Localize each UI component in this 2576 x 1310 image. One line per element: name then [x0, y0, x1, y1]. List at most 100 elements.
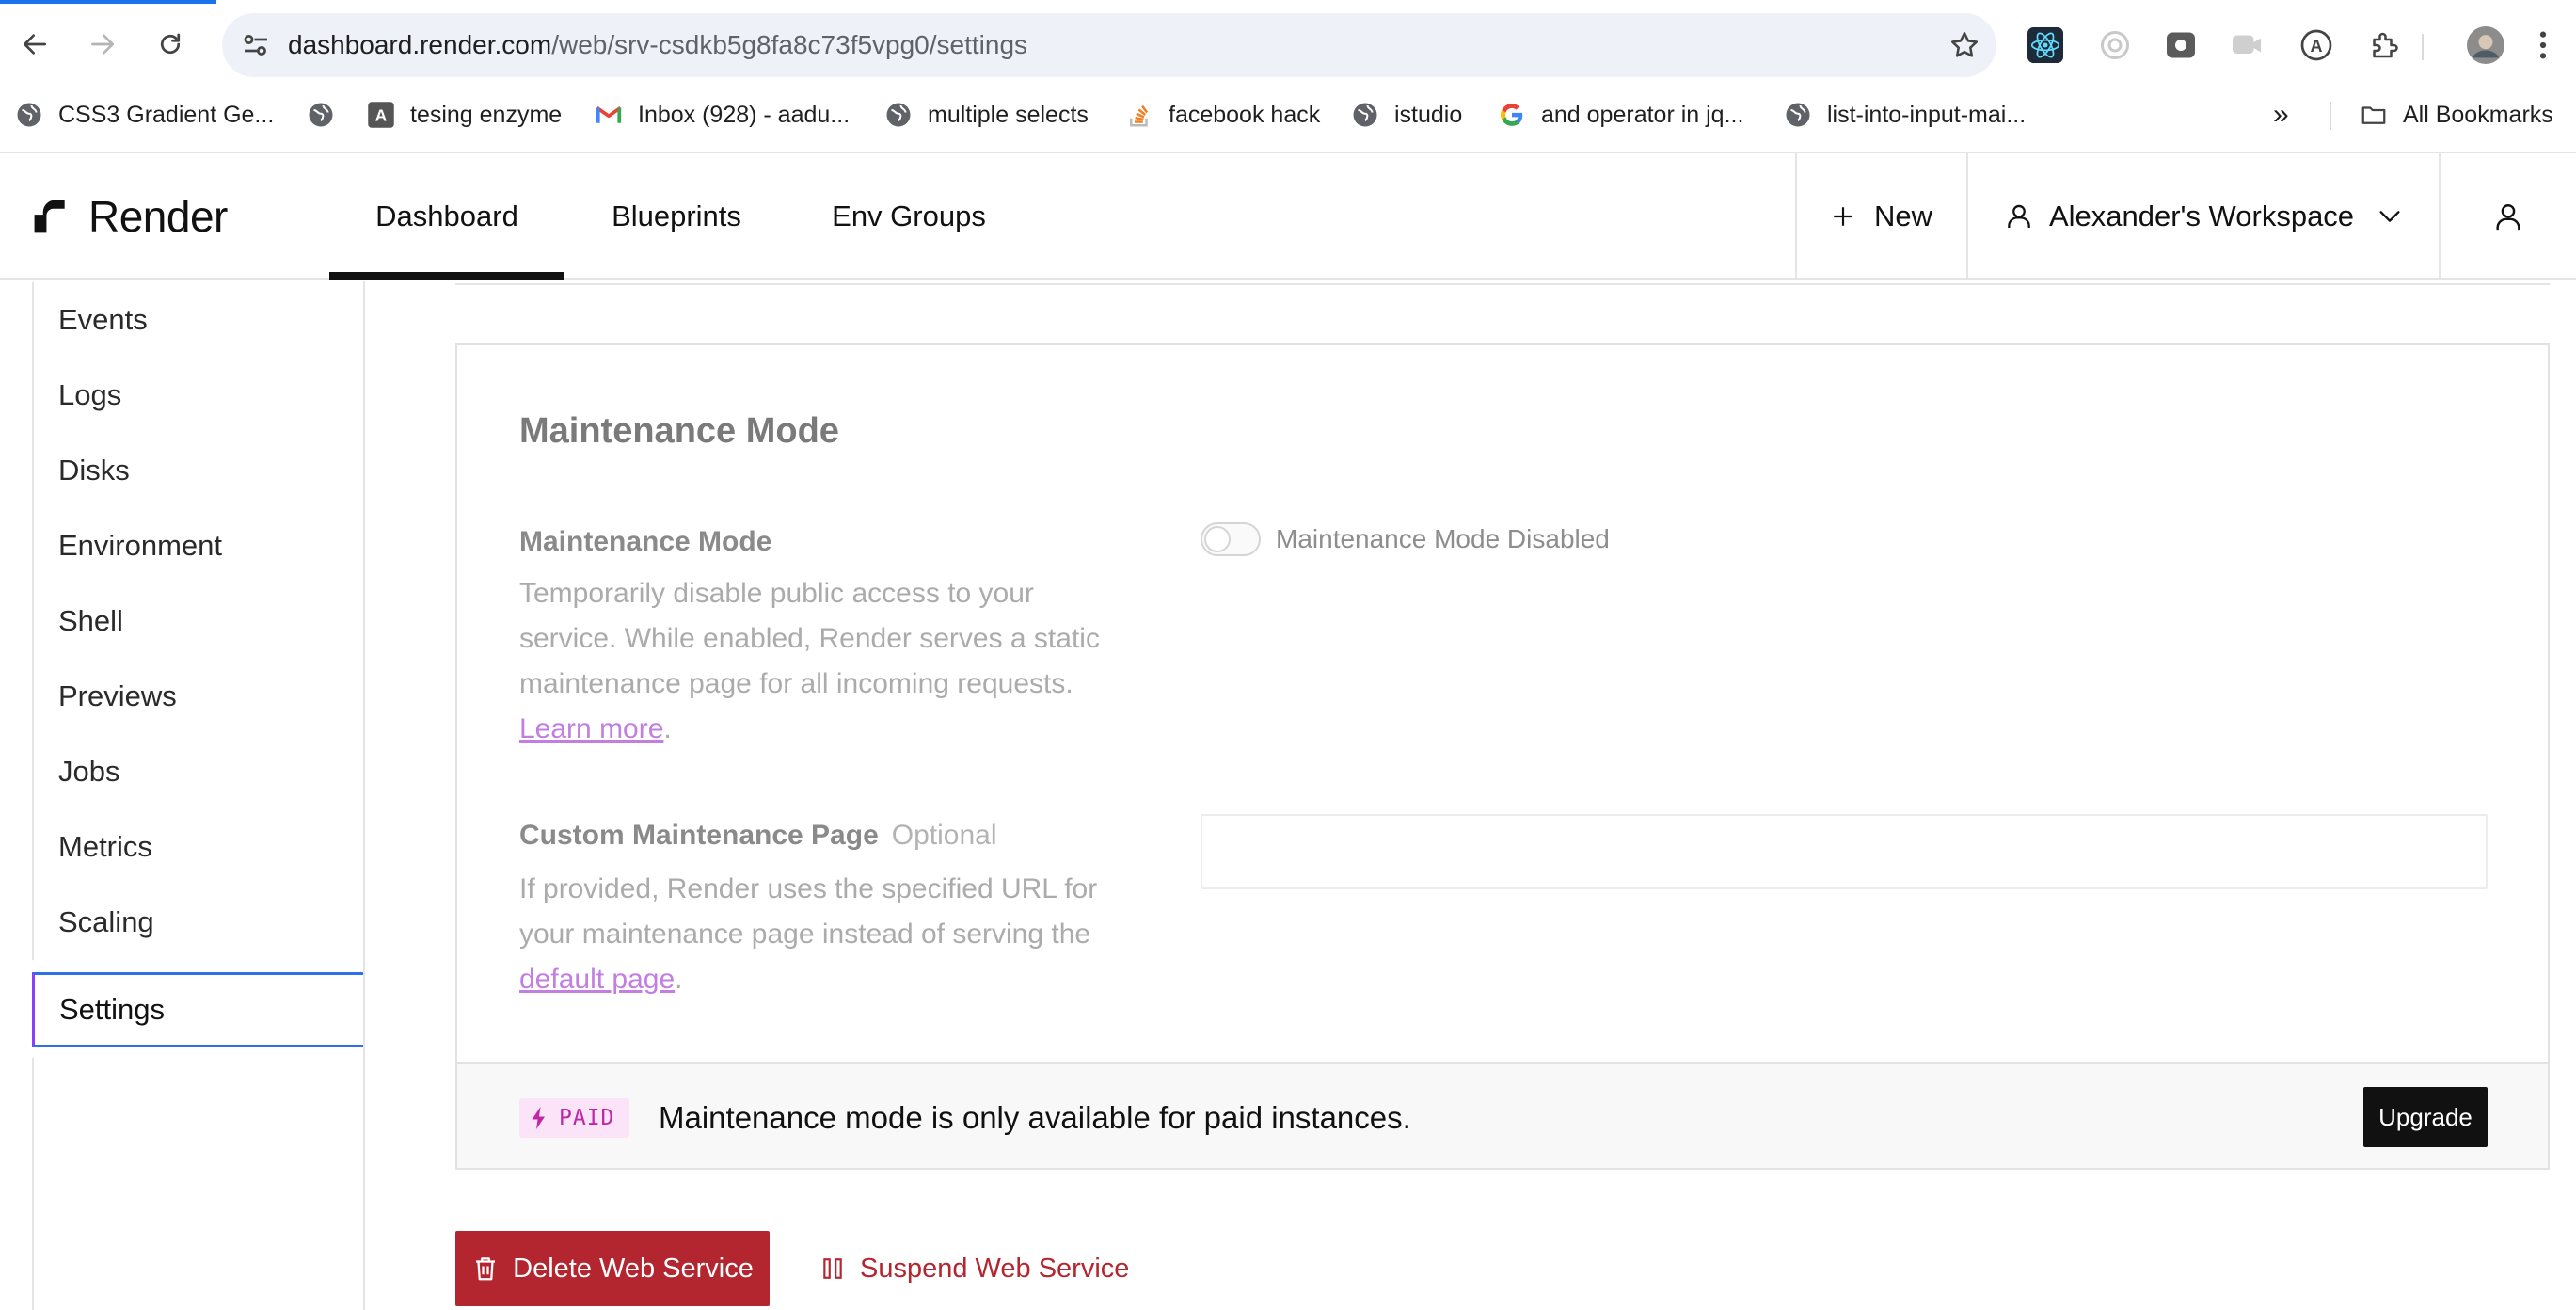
react-devtools-icon[interactable] [2027, 26, 2064, 64]
paid-badge-text: PAID [559, 1106, 615, 1130]
brand-name: Render [88, 192, 228, 241]
toggle-status-label: Maintenance Mode Disabled [1276, 524, 1610, 553]
extension-video-icon[interactable] [2228, 26, 2266, 64]
extension-dark-icon[interactable] [2162, 26, 2200, 64]
previous-section-edge [455, 280, 2550, 285]
paid-badge: PAID [519, 1098, 630, 1138]
svg-text:A: A [375, 105, 388, 124]
sidebar-item-environment[interactable]: Environment [32, 508, 363, 583]
globe-icon [307, 101, 335, 129]
workspace-switcher[interactable]: Alexander's Workspace [1968, 153, 2439, 280]
profile-avatar[interactable] [2467, 26, 2504, 64]
bookmark-label: istudio [1394, 101, 1463, 128]
sidebar-item-logs[interactable]: Logs [32, 358, 363, 433]
globe-icon [1784, 101, 1812, 129]
url-text[interactable]: dashboard.render.com/web/srv-csdkb5g8fa8… [288, 13, 1027, 77]
google-icon [1498, 101, 1526, 129]
sidebar-rail [32, 1058, 34, 1310]
browser-menu-icon[interactable] [2529, 26, 2557, 64]
bookmark-item[interactable]: facebook hack [1125, 90, 1320, 139]
maintenance-mode-toggle[interactable] [1201, 522, 1261, 556]
tab-env-groups[interactable]: Env Groups [807, 153, 1010, 280]
account-menu-button[interactable] [2441, 153, 2576, 280]
bookmark-label: and operator in jq... [1541, 101, 1744, 128]
learn-more-link[interactable]: Learn more [519, 713, 663, 744]
svg-text:A: A [2311, 37, 2323, 56]
sidebar-item-metrics[interactable]: Metrics [32, 809, 363, 885]
bookmarks-bar: CSS3 Gradient Ge... A tesing enzyme Inbo… [0, 90, 2576, 139]
extension-target-icon[interactable] [2096, 26, 2134, 64]
new-button[interactable]: New [1797, 153, 1966, 280]
bookmark-item[interactable]: multiple selects [884, 90, 1089, 139]
delete-web-service-button[interactable]: Delete Web Service [455, 1231, 770, 1306]
gmail-icon [595, 101, 623, 129]
globe-icon [884, 101, 913, 129]
trash-icon [476, 1257, 496, 1281]
active-tab-indicator [329, 272, 564, 280]
sidebar-item-previews[interactable]: Previews [32, 659, 363, 734]
bookmark-item[interactable]: and operator in jq... [1498, 90, 1743, 139]
extension-a-icon[interactable]: A [2298, 26, 2335, 64]
reload-button[interactable] [147, 21, 194, 68]
bookmark-star-icon[interactable] [1948, 28, 1981, 62]
render-logo-icon [34, 200, 65, 233]
plus-icon [1834, 207, 1852, 226]
user-icon [2496, 204, 2520, 231]
custom-page-url-input[interactable] [1201, 814, 2488, 889]
upgrade-button[interactable]: Upgrade [2363, 1087, 2488, 1147]
site-settings-icon[interactable] [239, 28, 273, 62]
pause-icon [823, 1258, 842, 1279]
bookmark-item[interactable]: CSS3 Gradient Ge... [15, 90, 274, 139]
url-host: dashboard.render.com [288, 30, 552, 59]
render-logo[interactable]: Render [30, 191, 228, 242]
sidebar-item-events[interactable]: Events [32, 282, 363, 358]
paid-notice-message: Maintenance mode is only available for p… [659, 1100, 1411, 1135]
sidebar-item-shell[interactable]: Shell [32, 583, 363, 659]
maintenance-mode-desc-text: Temporarily disable public access to you… [519, 578, 1100, 699]
custom-page-description: If provided, Render uses the specified U… [519, 873, 1098, 995]
url-path: /web/srv-csdkb5g8fa8c73f5vpg0/settings [551, 30, 1028, 59]
bookmark-label: multiple selects [928, 101, 1089, 128]
bookmark-item[interactable]: list-into-input-mai... [1784, 90, 2026, 139]
app-header: Render Dashboard Blueprints Env Groups N… [0, 153, 2576, 280]
page-load-progress [0, 0, 216, 4]
bookmark-item[interactable] [307, 90, 350, 139]
globe-icon [15, 101, 43, 129]
lightning-icon [532, 1107, 545, 1129]
all-bookmarks-label: All Bookmarks [2403, 101, 2553, 128]
extensions-puzzle-icon[interactable] [2365, 26, 2403, 64]
sidebar-item-disks[interactable]: Disks [32, 433, 363, 508]
custom-page-desc-text: If provided, Render uses the specified U… [519, 873, 1098, 950]
user-icon [2008, 204, 2030, 228]
bookmark-item[interactable]: istudio [1351, 90, 1462, 139]
suspend-web-service-button[interactable]: Suspend Web Service [820, 1231, 1129, 1306]
forward-button[interactable] [79, 21, 126, 68]
new-button-label: New [1873, 200, 1932, 232]
reload-icon [160, 33, 181, 55]
globe-icon [1351, 101, 1379, 129]
default-page-link[interactable]: default page [519, 964, 675, 995]
workspace-name: Alexander's Workspace [2048, 200, 2355, 232]
sidebar-item-settings[interactable]: Settings [32, 972, 363, 1047]
custom-page-label: Custom Maintenance Page Optional [519, 820, 997, 852]
back-button[interactable] [11, 21, 58, 68]
tab-blueprints[interactable]: Blueprints [574, 153, 779, 280]
bookmark-label: list-into-input-mai... [1827, 101, 2027, 128]
bookmarks-divider [2330, 102, 2331, 130]
a-badge-icon: A [367, 101, 395, 129]
sidebar-item-scaling[interactable]: Scaling [32, 885, 363, 960]
toggle-knob [1204, 526, 1231, 552]
bookmark-label: Inbox (928) - aadu... [638, 101, 851, 128]
custom-page-label-text: Custom Maintenance Page [519, 820, 879, 851]
delete-button-label: Delete Web Service [513, 1253, 754, 1284]
bookmarks-overflow-button[interactable]: » [2273, 90, 2289, 139]
sidebar-item-jobs[interactable]: Jobs [32, 734, 363, 809]
address-bar[interactable]: dashboard.render.com/web/srv-csdkb5g8fa8… [222, 13, 1996, 77]
bookmark-item[interactable]: Inbox (928) - aadu... [595, 90, 850, 139]
all-bookmarks-button[interactable]: All Bookmarks [2360, 90, 2553, 139]
tab-dashboard[interactable]: Dashboard [329, 153, 564, 280]
bookmark-item[interactable]: A tesing enzyme [367, 90, 562, 139]
arrow-right-icon [91, 34, 114, 55]
browser-chrome: dashboard.render.com/web/srv-csdkb5g8fa8… [0, 0, 2576, 153]
overflow-chevron-icon: » [2273, 99, 2289, 130]
